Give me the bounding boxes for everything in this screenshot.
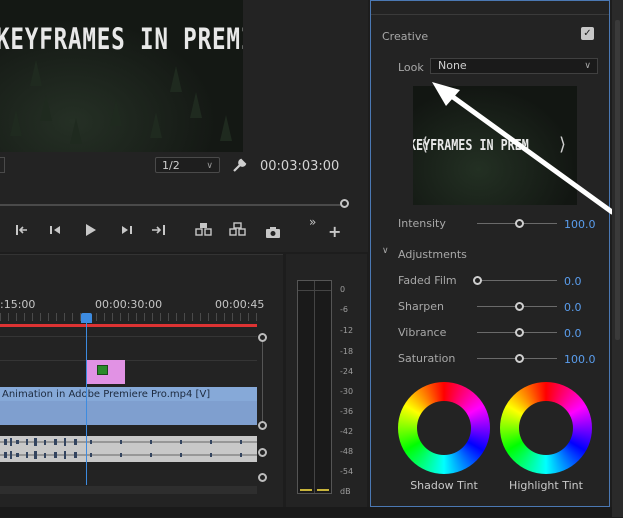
db-label: dB xyxy=(340,487,351,496)
db-label: -30 xyxy=(340,387,354,396)
highlight-tint-label: Highlight Tint xyxy=(509,479,583,492)
fx-badge-icon xyxy=(97,365,108,375)
playhead-timecode[interactable]: 00:03:03:00 xyxy=(260,159,339,174)
wrench-icon[interactable] xyxy=(232,157,248,173)
intensity-value[interactable]: 100.0 xyxy=(564,218,596,231)
chevron-down-icon: ∨ xyxy=(584,61,591,71)
db-label: -6 xyxy=(340,305,348,314)
program-monitor-video: KEYFRAMES IN PREMIE xyxy=(0,0,243,152)
faded-film-value[interactable]: 0.0 xyxy=(564,275,582,288)
audio-meter-bars xyxy=(297,280,332,494)
video-clip[interactable]: Animation in Adobe Premiere Pro.mp4 [V] xyxy=(0,387,257,425)
db-label: -12 xyxy=(340,326,354,335)
ruler-label: 00:00:45 xyxy=(215,298,265,311)
scrub-bar-handle[interactable] xyxy=(340,199,349,208)
saturation-value[interactable]: 100.0 xyxy=(564,353,596,366)
intensity-label: Intensity xyxy=(398,217,446,230)
db-label: -54 xyxy=(340,467,354,476)
slider-label-sharpen: Sharpen xyxy=(398,300,444,313)
ruler-label: 00:00:30:00 xyxy=(95,298,163,311)
scroll-handle-top[interactable] xyxy=(258,333,267,342)
audio-clip[interactable] xyxy=(0,436,257,462)
playhead-line[interactable] xyxy=(86,320,87,485)
work-area-bar[interactable] xyxy=(0,324,257,327)
scroll-handle-bottom[interactable] xyxy=(258,421,267,430)
chevron-down-icon[interactable]: ∨ xyxy=(382,246,389,256)
video-overlay-title: KEYFRAMES IN PREMIE xyxy=(0,22,243,56)
db-label: -24 xyxy=(340,367,354,376)
vibrance-value[interactable]: 0.0 xyxy=(564,327,582,340)
play-icon[interactable] xyxy=(84,222,98,236)
resolution-value: 1/2 xyxy=(162,159,180,172)
look-label: Look xyxy=(398,61,424,74)
fit-select-edge[interactable] xyxy=(0,157,5,173)
lift-icon[interactable] xyxy=(194,221,214,237)
db-label: -48 xyxy=(340,447,354,456)
creative-enable-checkbox[interactable]: ✓ xyxy=(581,27,594,40)
resolution-select[interactable]: 1/2 ∨ xyxy=(155,157,220,173)
go-to-out-icon[interactable] xyxy=(150,222,168,236)
panel-scrollbar[interactable] xyxy=(612,0,623,517)
timeline-horizontal-scrollbar[interactable] xyxy=(0,486,257,494)
faded-film-knob[interactable] xyxy=(473,276,482,285)
db-label: -18 xyxy=(340,347,354,356)
annotation-arrow xyxy=(432,82,615,215)
db-label: -42 xyxy=(340,427,354,436)
mark-in-icon[interactable] xyxy=(14,222,32,236)
add-button-icon[interactable]: + xyxy=(328,222,341,241)
look-value: None xyxy=(438,59,467,72)
faded-film-track[interactable] xyxy=(477,280,557,281)
step-forward-icon[interactable] xyxy=(118,222,134,236)
shadow-tint-wheel[interactable] xyxy=(398,382,490,474)
sharpen-value[interactable]: 0.0 xyxy=(564,301,582,314)
audio-scroll-handle-bottom[interactable] xyxy=(258,473,267,482)
ruler-label: :15:00 xyxy=(0,298,36,311)
adjustments-title[interactable]: Adjustments xyxy=(398,248,467,261)
more-buttons-icon[interactable]: » xyxy=(309,215,316,229)
video-clip-label: Animation in Adobe Premiere Pro.mp4 [V] xyxy=(2,389,211,400)
db-label: -36 xyxy=(340,407,354,416)
step-back-icon[interactable] xyxy=(48,222,64,236)
extract-icon[interactable] xyxy=(228,221,248,237)
audio-scroll-handle-top[interactable] xyxy=(258,448,267,457)
slider-label-saturation: Saturation xyxy=(398,352,456,365)
slider-label-vibrance: Vibrance xyxy=(398,326,447,339)
shadow-tint-label: Shadow Tint xyxy=(410,479,478,492)
chevron-down-icon: ∨ xyxy=(206,161,213,171)
look-dropdown[interactable]: None ∨ xyxy=(430,58,598,74)
saturation-knob[interactable] xyxy=(515,354,524,363)
bottom-bar xyxy=(0,507,612,517)
playhead-handle[interactable] xyxy=(81,313,92,323)
db-label: 0 xyxy=(340,285,346,294)
intensity-slider-knob[interactable] xyxy=(515,219,524,228)
monitor-scrub-bar[interactable] xyxy=(0,204,342,206)
camera-icon[interactable] xyxy=(265,223,281,238)
highlight-tint-wheel[interactable] xyxy=(500,382,592,474)
vibrance-knob[interactable] xyxy=(515,328,524,337)
timeline-panel xyxy=(0,254,283,517)
time-ruler-ticks[interactable] xyxy=(0,313,257,321)
sharpen-knob[interactable] xyxy=(515,302,524,311)
slider-label-faded-film: Faded Film xyxy=(398,274,457,287)
section-title: Creative xyxy=(382,30,429,43)
monitor-side-area xyxy=(243,0,368,152)
